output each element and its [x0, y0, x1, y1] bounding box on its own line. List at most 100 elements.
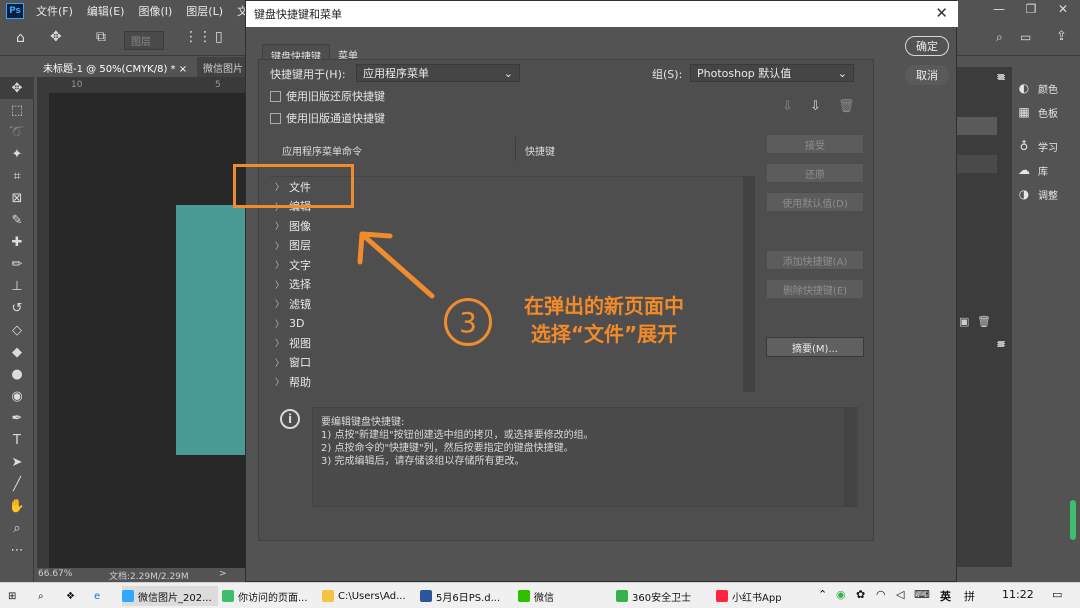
network-icon[interactable]: ◠	[876, 588, 886, 601]
marquee-tool-icon[interactable]: ⬚	[0, 99, 34, 121]
shield-icon[interactable]: ◉	[836, 588, 846, 601]
home-icon[interactable]: ⌂	[16, 30, 25, 46]
browser-icon[interactable]: e	[94, 586, 100, 606]
clock[interactable]: 11:22	[1002, 588, 1034, 601]
restore-button[interactable]: ❐	[1015, 2, 1047, 16]
menu-file[interactable]: 文件(F)	[36, 3, 73, 19]
start-icon[interactable]: ⊞	[8, 586, 16, 606]
task-view-icon[interactable]: ❖	[66, 586, 75, 606]
lasso-tool-icon[interactable]: ➰	[0, 121, 34, 143]
share-icon[interactable]: ⇪	[1056, 29, 1067, 44]
crop-tool-icon[interactable]: ⌗	[0, 165, 34, 187]
taskbar-item[interactable]: 5月6日PS.d...	[420, 586, 514, 606]
cancel-button[interactable]: 取消	[905, 65, 949, 85]
status-menu-arrow[interactable]: >	[219, 569, 227, 579]
paint-bucket-icon[interactable]: ◆	[0, 341, 34, 363]
taskbar-item[interactable]: 微信图片_202...	[122, 586, 218, 606]
eraser-tool-icon[interactable]: ◇	[0, 319, 34, 341]
eyedropper-icon[interactable]: ✎	[0, 209, 34, 231]
undo-button[interactable]: 还原	[766, 163, 864, 183]
list-item[interactable]: 〉图像	[270, 216, 756, 236]
wechat-tray-icon[interactable]: ✿	[856, 588, 865, 601]
search-icon[interactable]: ⌕	[996, 30, 1003, 45]
taskbar-item[interactable]: 360安全卫士	[616, 586, 710, 606]
trash-icon[interactable]: 🗑	[977, 315, 991, 328]
pen-tool-icon[interactable]: ✒	[0, 407, 34, 429]
panel-menu-icon[interactable]: ≡	[996, 338, 1005, 351]
wechat-icon	[518, 590, 530, 602]
taskbar-item[interactable]: 小红书App	[716, 586, 810, 606]
move-tool-icon[interactable]: ✥	[50, 29, 62, 45]
list-scrollbar[interactable]	[743, 176, 755, 392]
brush-tool-icon[interactable]: ✏	[0, 253, 34, 275]
ime-mode[interactable]: 拼	[964, 588, 975, 604]
taskbar-item[interactable]: 微信	[518, 586, 608, 606]
zoom-tool-icon[interactable]: ⌕	[0, 517, 34, 539]
magic-wand-icon[interactable]: ✦	[0, 143, 34, 165]
type-tool-icon[interactable]: T	[0, 429, 34, 451]
new-set-icon[interactable]: ⇩	[810, 99, 821, 114]
ime-indicator[interactable]: 英	[940, 588, 951, 604]
menu-layer[interactable]: 图层(L)	[186, 3, 223, 19]
close-icon[interactable]: ✕	[935, 4, 948, 22]
new-icon[interactable]: ▣	[959, 315, 969, 328]
blur-tool-icon[interactable]: ●	[0, 363, 34, 385]
volume-icon[interactable]: ◁	[896, 588, 904, 601]
taskbar-item[interactable]: 你访问的页面...	[222, 586, 318, 606]
ok-button[interactable]: 确定	[905, 36, 949, 56]
doc-tab-untitled[interactable]: 未标题-1 @ 50%(CMYK/8) * ×	[37, 57, 197, 77]
menu-edit[interactable]: 编辑(E)	[87, 3, 125, 19]
auto-select-icon[interactable]: ⧉	[96, 29, 106, 45]
panel-swatches[interactable]: ▦ 色板	[1016, 100, 1058, 124]
align-icon[interactable]: ⋮⋮	[184, 29, 212, 45]
summarize-button[interactable]: 摘要(M)...	[766, 337, 864, 357]
move-tool-icon[interactable]: ✥	[0, 77, 34, 99]
set-select[interactable]: Photoshop 默认值 ⌄	[690, 64, 854, 82]
layer-select[interactable]: 图层	[124, 31, 164, 50]
close-app-button[interactable]: ✕	[1047, 2, 1079, 16]
accept-button[interactable]: 接受	[766, 134, 864, 154]
document-canvas[interactable]	[176, 205, 247, 455]
healing-brush-icon[interactable]: ✚	[0, 231, 34, 253]
list-item[interactable]: 〉图层	[270, 236, 756, 256]
list-item[interactable]: 〉文字	[270, 255, 756, 275]
save-set-icon[interactable]: ⇩	[782, 99, 793, 114]
more-tools-icon[interactable]: ⋯	[0, 539, 34, 561]
panel-adjustments[interactable]: ◑ 调整	[1016, 182, 1058, 206]
delete-shortcut-button[interactable]: 删除快捷键(E)	[766, 279, 864, 299]
panel-learn[interactable]: ♁ 学习	[1016, 134, 1058, 158]
list-item[interactable]: 〉窗口	[270, 353, 756, 373]
workspace-icon[interactable]: ▭	[1020, 30, 1031, 44]
line-tool-icon[interactable]: ╱	[0, 473, 34, 495]
history-brush-icon[interactable]: ↺	[0, 297, 34, 319]
photoshop-logo: Ps	[6, 3, 24, 19]
menu-image[interactable]: 图像(I)	[138, 3, 172, 19]
hand-tool-icon[interactable]: ✋	[0, 495, 34, 517]
panel-library[interactable]: ☁ 库	[1016, 158, 1058, 182]
close-icon[interactable]: ×	[179, 64, 187, 75]
stamp-tool-icon[interactable]: ⊥	[0, 275, 34, 297]
notification-icon[interactable]: ▭	[1052, 588, 1062, 601]
panel-color[interactable]: ◐ 颜色	[1016, 76, 1058, 100]
instructions-scrollbar[interactable]	[844, 407, 856, 507]
keyboard-icon[interactable]: ⌨	[914, 588, 930, 601]
list-item[interactable]: 〉帮助	[270, 372, 756, 392]
zoom-level[interactable]: 66.67%	[38, 569, 72, 579]
search-icon[interactable]: ⌕	[38, 586, 44, 606]
distribute-icon[interactable]: ▯	[215, 29, 223, 45]
chevron-up-icon[interactable]: ⌃	[818, 588, 827, 601]
legacy-channel-checkbox[interactable]	[270, 113, 281, 124]
doc-tab-wechat[interactable]: 微信图片	[197, 57, 247, 77]
path-select-icon[interactable]: ➤	[0, 451, 34, 473]
shortcuts-for-select[interactable]: 应用程序菜单 ⌄	[356, 64, 520, 82]
use-default-button[interactable]: 使用默认值(D)	[766, 192, 864, 212]
minimize-button[interactable]: —	[983, 2, 1015, 16]
legacy-undo-checkbox[interactable]	[270, 91, 281, 102]
taskbar-item[interactable]: C:\Users\Ad...	[322, 586, 418, 606]
trash-icon[interactable]: 🗑	[838, 99, 855, 114]
scroll-indicator[interactable]	[1070, 500, 1076, 540]
dodge-tool-icon[interactable]: ◉	[0, 385, 34, 407]
add-shortcut-button[interactable]: 添加快捷键(A)	[766, 250, 864, 270]
panel-menu-icon[interactable]: ≡	[996, 70, 1005, 83]
frame-tool-icon[interactable]: ⊠	[0, 187, 34, 209]
